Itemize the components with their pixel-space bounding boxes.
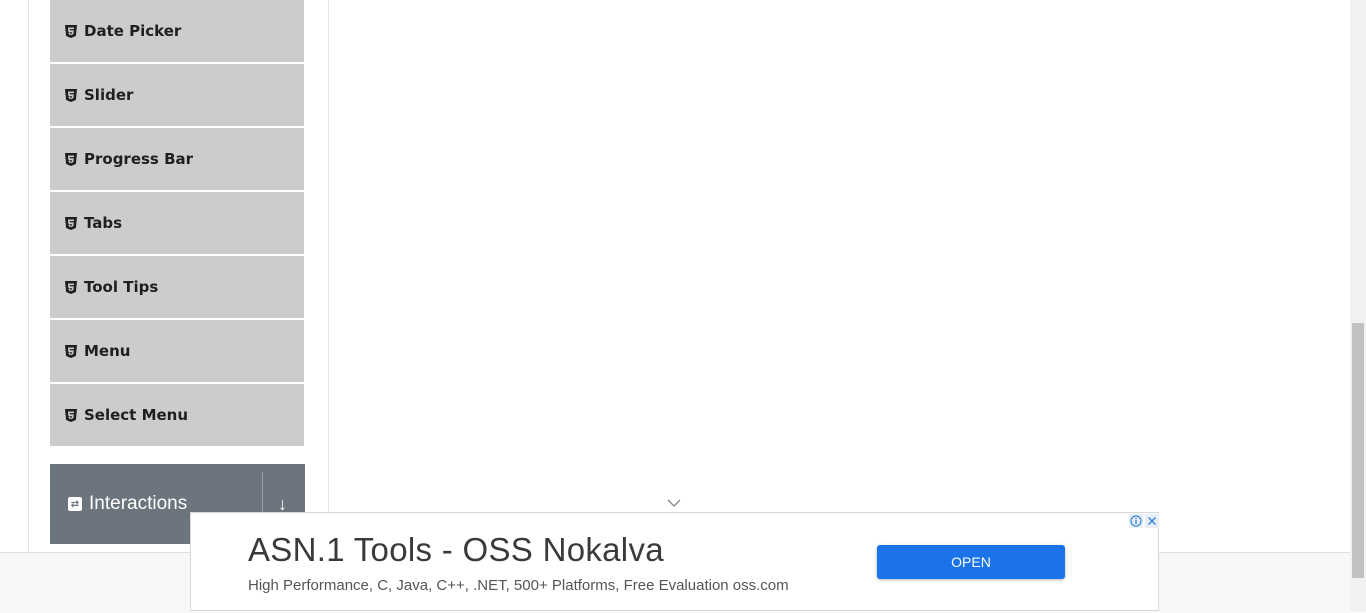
menu-item-label: Tool Tips (84, 278, 159, 296)
content-left-border (28, 0, 29, 552)
html5-icon (50, 24, 88, 38)
group-header-label: Interactions (89, 493, 188, 514)
scrollbar-thumb[interactable] (1352, 323, 1364, 578)
info-icon[interactable] (1129, 514, 1143, 528)
menu-item-label: Select Menu (84, 406, 189, 424)
ad-open-button[interactable]: OPEN (877, 545, 1065, 579)
html5-icon (50, 408, 88, 422)
content-divider (328, 0, 329, 552)
menu-item-label: Progress Bar (84, 150, 194, 168)
menu-item-label: Date Picker (84, 22, 182, 40)
menu-item-label: Menu (84, 342, 131, 360)
chevron-down-icon[interactable] (664, 496, 684, 510)
menu-item-select-menu[interactable]: Select Menu (50, 384, 304, 448)
ad-title[interactable]: ASN.1 Tools - OSS Nokalva (248, 531, 664, 569)
html5-icon (50, 88, 88, 102)
menu-item-label: Slider (84, 86, 134, 104)
ad-description[interactable]: High Performance, C, Java, C++, .NET, 50… (248, 577, 789, 594)
menu-item-slider[interactable]: Slider (50, 64, 304, 128)
html5-icon (50, 216, 88, 230)
menu-item-progress-bar[interactable]: Progress Bar (50, 128, 304, 192)
menu-item-menu[interactable]: Menu (50, 320, 304, 384)
menu-item-label: Tabs (84, 214, 123, 232)
ad-banner[interactable]: ASN.1 Tools - OSS Nokalva High Performan… (190, 512, 1159, 611)
refresh-icon: ⇄ (68, 497, 82, 511)
menu-item-tabs[interactable]: Tabs (50, 192, 304, 256)
html5-icon (50, 152, 88, 166)
menu-item-date-picker[interactable]: Date Picker (50, 0, 304, 64)
html5-icon (50, 344, 88, 358)
close-icon[interactable] (1145, 514, 1159, 528)
menu-item-tool-tips[interactable]: Tool Tips (50, 256, 304, 320)
html5-icon (50, 280, 88, 294)
widgets-menu-list: Date Picker Slider Progress Bar Tabs Too… (50, 0, 304, 448)
